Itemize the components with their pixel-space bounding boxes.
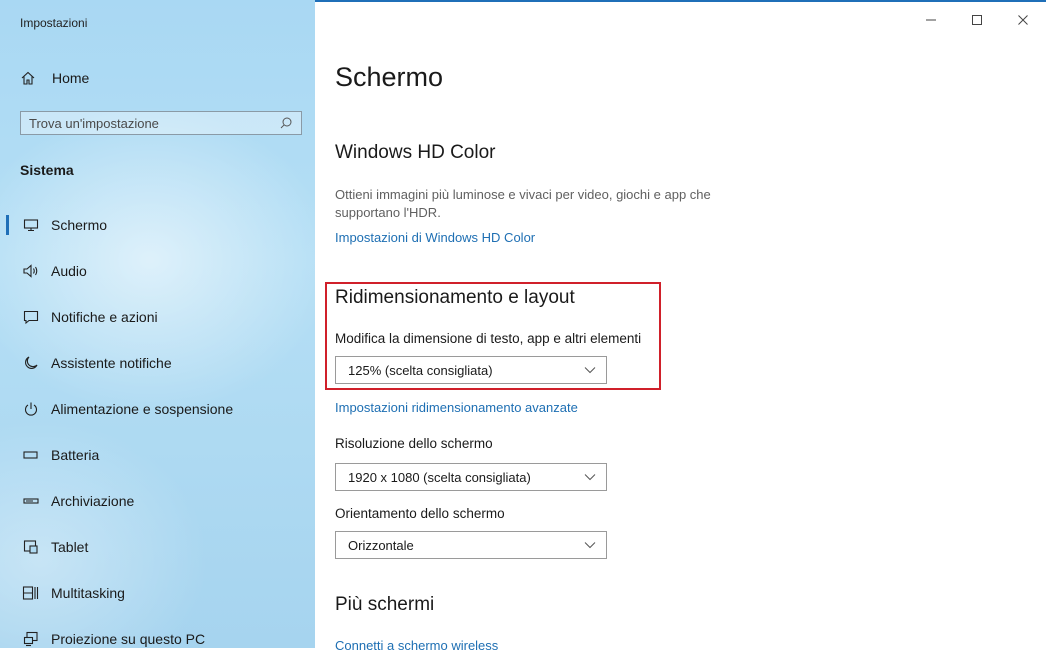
sidebar-item-alimentazione[interactable]: Alimentazione e sospensione [0,386,315,432]
orientation-label: Orientamento dello schermo [335,506,505,521]
advanced-scaling-link[interactable]: Impostazioni ridimensionamento avanzate [335,400,578,415]
orientation-dropdown[interactable]: Orizzontale [335,531,607,559]
sidebar-item-label: Notifiche e azioni [51,309,158,325]
multiple-displays-heading: Più schermi [335,594,435,615]
sidebar-item-label: Proiezione su questo PC [51,631,206,647]
hd-color-description: Ottieni immagini più luminose e vivaci p… [335,187,711,220]
sidebar-item-proiezione[interactable]: Proiezione su questo PC [0,616,315,648]
orientation-dropdown-value: Orizzontale [348,537,414,553]
scale-dropdown[interactable]: 125% (scelta consigliata) [335,356,607,384]
sidebar-item-audio[interactable]: Audio [0,248,315,294]
sidebar-item-label: Tablet [51,539,89,555]
main-content: Schermo Windows HD Color Ottieni immagin… [315,0,1046,653]
projection-icon [21,629,41,648]
active-indicator [6,215,9,235]
sidebar-item-label: Batteria [51,447,100,463]
sidebar-item-schermo[interactable]: Schermo [0,202,315,248]
chevron-down-icon [584,542,596,549]
sidebar-item-tablet[interactable]: Tablet [0,524,315,570]
sidebar-item-assistente-notifiche[interactable]: Assistente notifiche [0,340,315,386]
page-title: Schermo [335,62,444,92]
sidebar-item-label: Multitasking [51,585,125,601]
monitor-icon [21,215,41,235]
sidebar-home[interactable]: Home [20,66,89,90]
sidebar-item-label: Audio [51,263,87,279]
sidebar-item-label: Alimentazione e sospensione [51,401,234,417]
sidebar-item-batteria[interactable]: Batteria [0,432,315,478]
sidebar-item-notifiche[interactable]: Notifiche e azioni [0,294,315,340]
home-icon [20,70,42,86]
chevron-down-icon [584,474,596,481]
sidebar-item-multitasking[interactable]: Multitasking [0,570,315,616]
scale-label: Modifica la dimensione di testo, app e a… [335,331,642,346]
sidebar-item-label: Assistente notifiche [51,355,172,371]
chevron-down-icon [584,367,596,374]
settings-search-box[interactable] [20,111,302,135]
resolution-dropdown-value: 1920 x 1080 (scelta consigliata) [348,469,531,485]
wireless-display-link[interactable]: Connetti a schermo wireless [335,638,498,653]
sidebar-section-sistema: Sistema [20,162,74,178]
resolution-dropdown[interactable]: 1920 x 1080 (scelta consigliata) [335,463,607,491]
home-label: Home [52,70,90,86]
sidebar-nav: Schermo Audio Notifiche e azioni Assiste… [0,202,315,648]
power-icon [21,399,41,419]
settings-search-input[interactable] [21,112,269,134]
moon-icon [21,353,41,373]
storage-icon [21,491,41,511]
sidebar-item-label: Archiviazione [51,493,135,509]
app-title: Impostazioni [20,16,88,30]
sidebar-item-archiviazione[interactable]: Archiviazione [0,478,315,524]
battery-icon [21,445,41,465]
scale-dropdown-value: 125% (scelta consigliata) [348,362,493,378]
sidebar: Impostazioni Home Sistema Schermo Audio [0,0,315,648]
resolution-label: Risoluzione dello schermo [335,436,493,451]
multitasking-icon [21,583,41,603]
message-icon [21,307,41,327]
hd-color-heading: Windows HD Color [335,142,496,163]
tablet-icon [21,537,41,557]
speaker-icon [21,261,41,281]
sidebar-item-label: Schermo [51,217,108,233]
scale-layout-heading: Ridimensionamento e layout [335,287,575,308]
hd-color-settings-link[interactable]: Impostazioni di Windows HD Color [335,230,535,245]
search-icon[interactable] [279,116,293,135]
